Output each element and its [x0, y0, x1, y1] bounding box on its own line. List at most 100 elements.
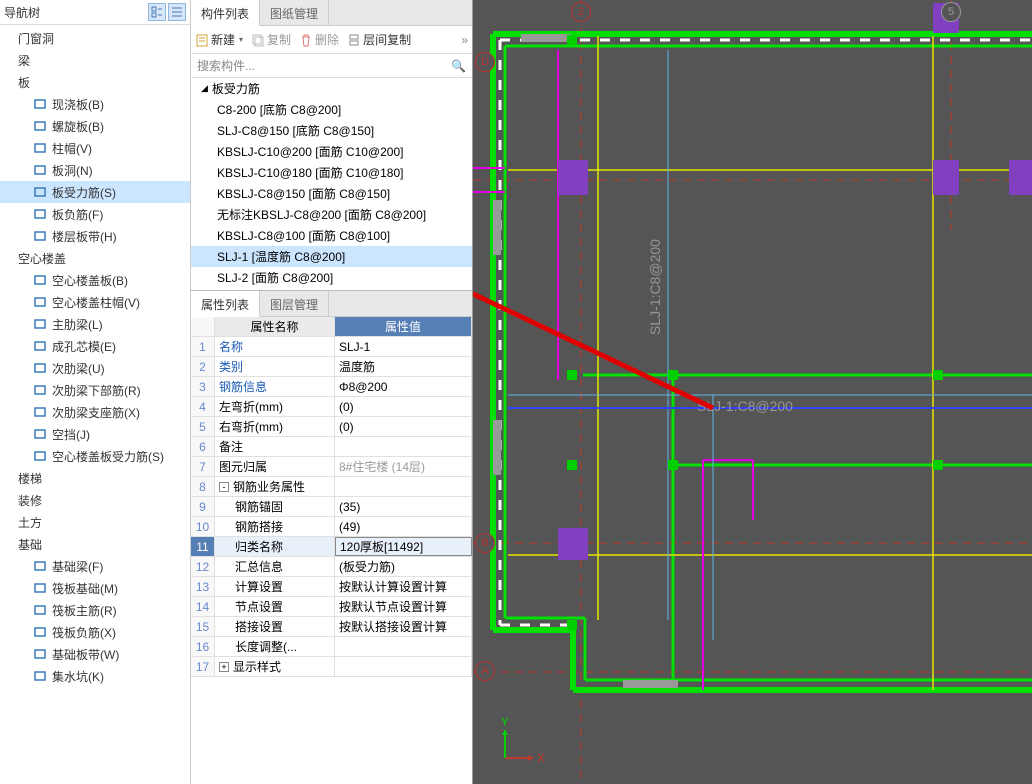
component-item[interactable]: KBSLJ-C10@180 [面筋 C10@180] [191, 162, 472, 183]
tree-item[interactable]: 基础梁(F) [0, 555, 190, 577]
item-icon [32, 96, 48, 112]
tree-item[interactable]: 螺旋板(B) [0, 115, 190, 137]
item-icon [32, 360, 48, 376]
new-button[interactable]: 新建▾ [195, 31, 243, 48]
search-input[interactable]: 搜索构件... 🔍 [191, 54, 472, 78]
item-icon [32, 338, 48, 354]
tree-item[interactable]: 筏板主筋(R) [0, 599, 190, 621]
tree-item[interactable]: 主肋梁(L) [0, 313, 190, 335]
tree-group[interactable]: 梁 [0, 49, 190, 71]
item-icon [32, 272, 48, 288]
nav-tree-panel: 导航树 门窗洞梁板现浇板(B)螺旋板(B)柱帽(V)板洞(N)板受力筋(S)板负… [0, 0, 191, 784]
component-group-header[interactable]: ◢板受力筋 [191, 78, 472, 99]
property-row[interactable]: 7图元归属8#住宅楼 (14层) [191, 457, 472, 477]
tree-item[interactable]: 次肋梁(U) [0, 357, 190, 379]
component-item[interactable]: SLJ-2 [面筋 C8@200] [191, 267, 472, 288]
tree-item[interactable]: 筏板基础(M) [0, 577, 190, 599]
tree-item[interactable]: 空挡(J) [0, 423, 190, 445]
copy-button[interactable]: 复制 [251, 31, 291, 48]
anno-horizontal: SLJ-1:C8@200 [697, 398, 793, 414]
tree-group[interactable]: 装修 [0, 489, 190, 511]
item-icon [32, 404, 48, 420]
list-view-button[interactable] [168, 3, 186, 21]
item-icon [32, 646, 48, 662]
item-icon [32, 228, 48, 244]
tree-item[interactable]: 楼层板带(H) [0, 225, 190, 247]
property-row[interactable]: 11归类名称120厚板[11492] [191, 537, 472, 557]
component-item[interactable]: KBSLJ-C8@100 [面筋 C8@100] [191, 225, 472, 246]
tree-item[interactable]: 集水坑(K) [0, 665, 190, 687]
item-icon [32, 316, 48, 332]
property-row[interactable]: 5右弯折(mm)(0) [191, 417, 472, 437]
tab-layer-manage[interactable]: 图层管理 [260, 291, 329, 316]
component-list[interactable]: ◢板受力筋C8-200 [底筋 C8@200]SLJ-C8@150 [底筋 C8… [191, 78, 472, 290]
search-icon: 🔍 [451, 59, 466, 73]
property-tabs: 属性列表 图层管理 [191, 291, 472, 317]
property-row[interactable]: 15搭接设置按默认搭接设置计算 [191, 617, 472, 637]
tree-item[interactable]: 板洞(N) [0, 159, 190, 181]
component-item[interactable]: SLJ-C8@150 [底筋 C8@150] [191, 120, 472, 141]
property-row[interactable]: 9钢筋锚固(35) [191, 497, 472, 517]
tab-drawing-manage[interactable]: 图纸管理 [260, 0, 329, 25]
nav-tree[interactable]: 门窗洞梁板现浇板(B)螺旋板(B)柱帽(V)板洞(N)板受力筋(S)板负筋(F)… [0, 25, 190, 784]
delete-button[interactable]: 删除 [299, 31, 339, 48]
property-row[interactable]: 6备注 [191, 437, 472, 457]
property-table[interactable]: 属性名称属性值1名称SLJ-12类别温度筋3钢筋信息Φ8@2004左弯折(mm)… [191, 317, 472, 784]
tree-item[interactable]: 板负筋(F) [0, 203, 190, 225]
anno-vertical: SLJ-1:C8@200 [647, 239, 663, 335]
tree-item[interactable]: 筏板负筋(X) [0, 621, 190, 643]
item-icon [32, 162, 48, 178]
property-row[interactable]: 10钢筋搭接(49) [191, 517, 472, 537]
tree-group[interactable]: 土方 [0, 511, 190, 533]
property-row[interactable]: 16长度调整(... [191, 637, 472, 657]
property-row[interactable]: 8-钢筋业务属性 [191, 477, 472, 497]
tree-group[interactable]: 基础 [0, 533, 190, 555]
tree-item[interactable]: 现浇板(B) [0, 93, 190, 115]
tab-component-list[interactable]: 构件列表 [191, 0, 260, 26]
property-row[interactable]: 12汇总信息(板受力筋) [191, 557, 472, 577]
prop-name-header: 属性名称 [215, 317, 335, 336]
tree-item[interactable]: 空心楼盖板(B) [0, 269, 190, 291]
property-row[interactable]: 14节点设置按默认节点设置计算 [191, 597, 472, 617]
tree-group[interactable]: 楼梯 [0, 467, 190, 489]
item-icon [32, 140, 48, 156]
property-row[interactable]: 2类别温度筋 [191, 357, 472, 377]
tree-item[interactable]: 空心楼盖柱帽(V) [0, 291, 190, 313]
property-row[interactable]: 4左弯折(mm)(0) [191, 397, 472, 417]
property-row[interactable]: 1名称SLJ-1 [191, 337, 472, 357]
tree-item[interactable]: 成孔芯模(E) [0, 335, 190, 357]
floor-copy-button[interactable]: 层间复制 [347, 31, 411, 48]
tree-item[interactable]: 次肋梁下部筋(R) [0, 379, 190, 401]
middle-panel: 构件列表 图纸管理 新建▾ 复制 删除 层间复制 » 搜索构件... 🔍 ◢板受… [191, 0, 473, 784]
component-item[interactable]: SLJ-1 [温度筋 C8@200] [191, 246, 472, 267]
tab-property-list[interactable]: 属性列表 [191, 291, 260, 317]
tree-view-button[interactable] [148, 3, 166, 21]
nav-tree-header: 导航树 [0, 0, 190, 25]
tree-group[interactable]: 空心楼盖 [0, 247, 190, 269]
component-item[interactable]: KBSLJ-C8@150 [面筋 C8@150] [191, 183, 472, 204]
tree-item[interactable]: 基础板带(W) [0, 643, 190, 665]
item-icon [32, 206, 48, 222]
tree-group[interactable]: 板 [0, 71, 190, 93]
tree-group[interactable]: 门窗洞 [0, 27, 190, 49]
cad-drawing: X Y [473, 0, 1032, 784]
property-row[interactable]: 13计算设置按默认计算设置计算 [191, 577, 472, 597]
item-icon [32, 624, 48, 640]
tree-item[interactable]: 板受力筋(S) [0, 181, 190, 203]
viewport[interactable]: X Y 2 5 D B A SLJ-1:C8@200 SLJ-1:C8@200 [473, 0, 1032, 784]
search-placeholder: 搜索构件... [197, 57, 255, 74]
item-icon [32, 668, 48, 684]
item-icon [32, 184, 48, 200]
property-row[interactable]: 17+显示样式 [191, 657, 472, 677]
component-toolbar: 新建▾ 复制 删除 层间复制 » [191, 26, 472, 54]
tree-item[interactable]: 柱帽(V) [0, 137, 190, 159]
item-icon [32, 294, 48, 310]
tree-item[interactable]: 空心楼盖板受力筋(S) [0, 445, 190, 467]
component-item[interactable]: KBSLJ-C10@200 [面筋 C10@200] [191, 141, 472, 162]
tree-item[interactable]: 次肋梁支座筋(X) [0, 401, 190, 423]
property-row[interactable]: 3钢筋信息Φ8@200 [191, 377, 472, 397]
item-icon [32, 602, 48, 618]
item-icon [32, 558, 48, 574]
component-item[interactable]: 无标注KBSLJ-C8@200 [面筋 C8@200] [191, 204, 472, 225]
component-item[interactable]: C8-200 [底筋 C8@200] [191, 99, 472, 120]
